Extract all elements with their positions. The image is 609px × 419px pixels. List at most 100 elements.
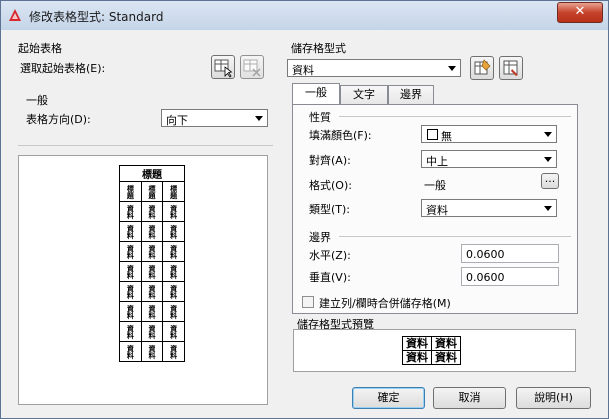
preview-row: 資料 資料 資料 (119, 341, 185, 362)
tab-strip: 一般 文字 邊界 (292, 83, 442, 105)
cell-preview-row: 資料 資料 (402, 350, 461, 365)
close-button[interactable]: ✕ (557, 2, 603, 23)
title-bar[interactable]: 修改表格型式: Standard ✕ (1, 1, 608, 30)
preview-data-cell: 資料 (140, 301, 164, 322)
preview-data-cell: 資料 (140, 341, 164, 362)
preview-data-cell: 資料 (119, 341, 142, 362)
alignment-label: 對齊(A): (309, 154, 351, 167)
preview-row: 資料 資料 資料 (119, 201, 185, 222)
cell-style-value: 資料 (292, 64, 314, 77)
preview-data-cell: 資料 (119, 201, 142, 222)
tab-borders[interactable]: 邊界 (388, 85, 434, 105)
cancel-button[interactable]: 取消 (433, 387, 506, 409)
preview-data-cell: 資料 (140, 261, 164, 282)
divider (18, 145, 273, 146)
preview-data-cell: 資料 (140, 201, 164, 222)
type-value: 資料 (426, 204, 448, 217)
table-direction-label: 表格方向(D): (26, 113, 91, 126)
preview-data-cell: 資料 (162, 261, 185, 282)
delete-table-button[interactable] (240, 55, 264, 79)
preview-data-cell: 資料 (140, 281, 164, 302)
preview-data-cell: 資料 (119, 261, 142, 282)
new-cell-style-icon (474, 59, 491, 75)
select-table-button[interactable] (211, 55, 235, 79)
table-delete-icon (243, 59, 261, 77)
cell-preview-cell: 資料 (402, 350, 432, 365)
chevron-down-icon (448, 66, 456, 71)
cell-preview-cell: 資料 (431, 336, 461, 351)
manage-cell-styles-button[interactable] (499, 56, 523, 80)
format-browse-button[interactable]: ... (541, 173, 559, 189)
preview-row: 資料 資料 資料 (119, 221, 185, 242)
preview-cells-table: 資料 資料 資料 資料 (402, 336, 461, 365)
format-label: 格式(O): (309, 179, 352, 192)
chevron-down-icon (255, 116, 263, 121)
table-direction-value: 向下 (166, 114, 188, 127)
create-cell-style-button[interactable] (470, 56, 494, 80)
preview-data-cell: 資料 (119, 241, 142, 262)
preview-row: 資料 資料 資料 (119, 301, 185, 322)
table-direction-dropdown[interactable]: 向下 (161, 109, 268, 127)
divider (339, 236, 571, 237)
fill-color-value: 無 (441, 130, 452, 143)
cell-style-preview: 資料 資料 資料 資料 (293, 329, 576, 372)
general-group-label: 一般 (26, 94, 48, 107)
preview-row: 資料 資料 資料 (119, 281, 185, 302)
preview-data-cell: 資料 (119, 221, 142, 242)
merge-cells-label[interactable]: 建立列/欄時合併儲存格(M) (319, 295, 451, 311)
chevron-down-icon (544, 206, 552, 211)
dialog-body: 起始表格 選取起始表格(E): 一般 表格方向(D): 向下 標題 標題 標題 … (8, 30, 601, 411)
cell-styles-group-label: 儲存格型式 (291, 42, 346, 55)
preview-data-cell: 資料 (119, 281, 142, 302)
preview-data-cell: 資料 (140, 321, 164, 342)
dialog-window: 修改表格型式: Standard ✕ 起始表格 選取起始表格(E): 一般 表格… (0, 0, 609, 419)
cell-preview-cell: 資料 (431, 350, 461, 365)
preview-row: 資料 資料 資料 (119, 241, 185, 262)
tab-text[interactable]: 文字 (340, 85, 388, 105)
preview-title-cell: 標題 (119, 165, 185, 182)
starting-table-group-label: 起始表格 (18, 42, 62, 55)
vertical-margin-value: 0.0600 (466, 271, 505, 284)
alignment-dropdown[interactable]: 中上 (421, 150, 557, 168)
table-select-icon (214, 59, 233, 78)
preview-header-cell: 標題 (119, 181, 142, 202)
help-button[interactable]: 說明(H) (516, 387, 591, 409)
horizontal-margin-input[interactable]: 0.0600 (461, 244, 559, 263)
merge-cells-checkbox[interactable] (302, 296, 314, 308)
margins-group-label: 邊界 (309, 231, 331, 244)
cell-style-dropdown[interactable]: 資料 (287, 59, 461, 77)
preview-data-cell: 資料 (162, 301, 185, 322)
fill-color-label: 填滿顏色(F): (309, 129, 372, 142)
preview-data-cell: 資料 (162, 321, 185, 342)
tab-panel-general: 性質 填滿顏色(F): 無 對齊(A): 中上 格式(O): 一般 ... 類型… (292, 104, 578, 314)
alignment-value: 中上 (426, 155, 448, 168)
preview-data-cell: 資料 (119, 301, 142, 322)
preview-data-cell: 資料 (140, 221, 164, 242)
preview-data-cell: 資料 (162, 201, 185, 222)
autocad-logo-icon (9, 9, 21, 21)
fill-color-dropdown[interactable]: 無 (421, 125, 557, 143)
preview-row: 資料 資料 資料 (119, 321, 185, 342)
horizontal-margin-label: 水平(Z): (309, 249, 351, 262)
window-title: 修改表格型式: Standard (29, 10, 164, 24)
type-label: 類型(T): (309, 203, 351, 216)
divider (339, 116, 571, 117)
preview-data-cell: 資料 (119, 321, 142, 342)
cell-preview-row: 資料 資料 (402, 336, 461, 351)
preview-header-cell: 標題 (140, 181, 164, 202)
manage-cell-styles-icon (503, 60, 518, 76)
color-swatch-icon (427, 129, 438, 140)
chevron-down-icon (544, 157, 552, 162)
vertical-margin-input[interactable]: 0.0600 (461, 267, 559, 286)
chevron-down-icon (544, 132, 552, 137)
preview-data-cell: 資料 (162, 221, 185, 242)
type-dropdown[interactable]: 資料 (421, 199, 557, 217)
ok-button[interactable]: 確定 (352, 387, 425, 409)
tab-general[interactable]: 一般 (292, 83, 340, 105)
preview-row: 資料 資料 資料 (119, 261, 185, 282)
table-preview: 標題 標題 標題 標題 資料 資料 資料 資料 資料 資料 資料 資料 資料 資料 資料 資料 資料 資料 資料 資料… (18, 155, 268, 405)
preview-data-cell: 資料 (140, 241, 164, 262)
select-starting-table-label: 選取起始表格(E): (20, 62, 106, 75)
preview-data-cell: 資料 (162, 341, 185, 362)
preview-data-cell: 資料 (162, 241, 185, 262)
